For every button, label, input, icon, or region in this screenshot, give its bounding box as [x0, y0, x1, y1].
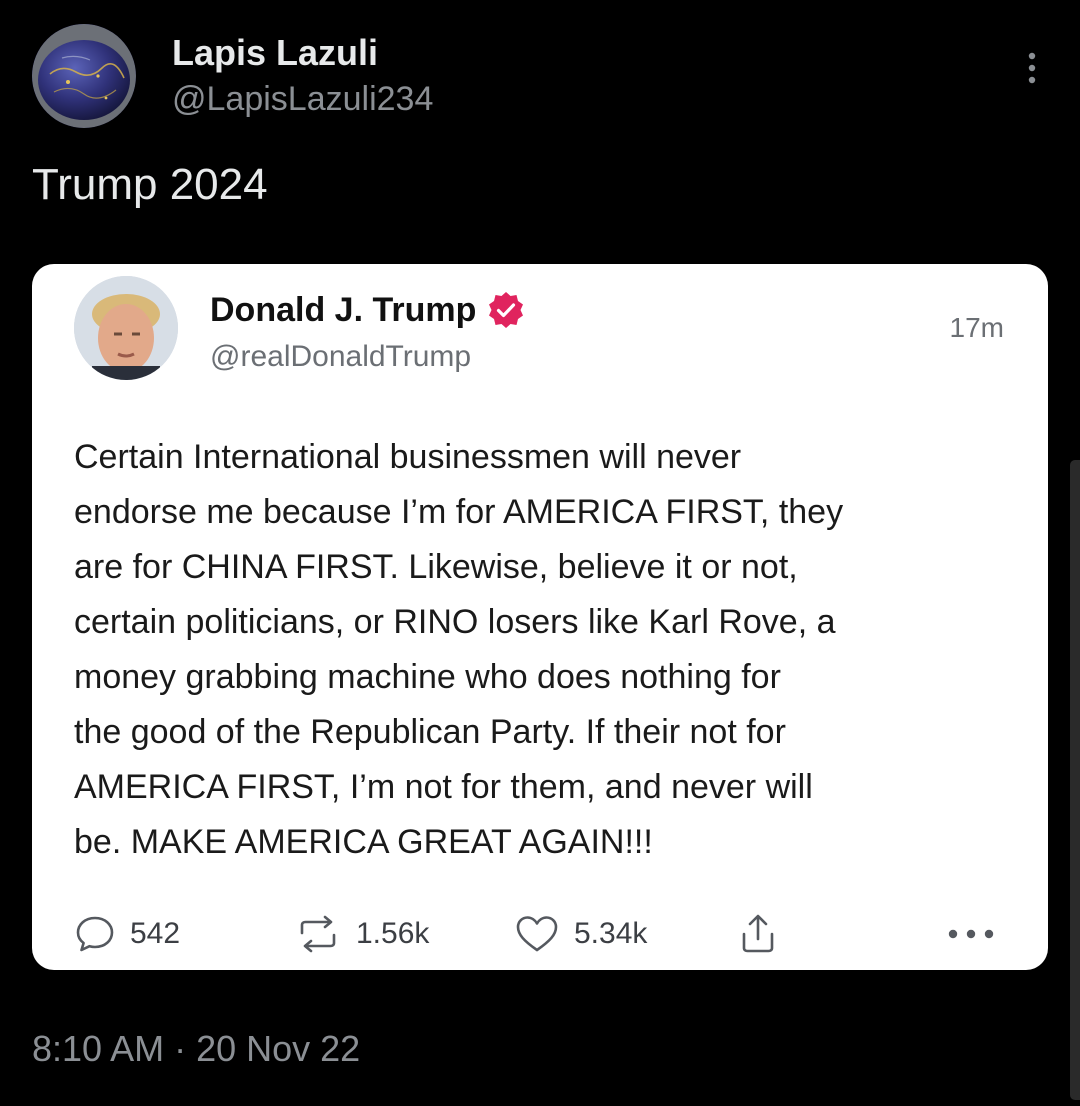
embedded-post-card: Donald J. Trump @realDonaldTrump 17m Cer… [32, 264, 1048, 970]
like-action: 5.34k [514, 904, 647, 964]
author-handle[interactable]: @LapisLazuli234 [172, 80, 433, 119]
author-avatar[interactable] [32, 24, 136, 128]
repost-count: 1.56k [356, 917, 430, 950]
embedded-author-avatar [74, 276, 178, 380]
embedded-post-body: Certain International businessmen will n… [74, 430, 1014, 870]
embedded-author-name-text: Donald J. Trump [210, 290, 477, 329]
tweet-timestamp[interactable]: 8:10 AM · 20 Nov 22 [32, 1028, 360, 1070]
body-line: be. MAKE AMERICA GREAT AGAIN!!! [74, 823, 653, 861]
share-action [738, 904, 778, 964]
embedded-action-bar: 542 1.56k 5.34k [74, 904, 1006, 964]
body-line: the good of the Republican Party. If the… [74, 713, 786, 751]
lapis-stone-avatar-icon [32, 24, 136, 128]
vertical-ellipsis-icon[interactable] [1022, 50, 1042, 90]
body-line: endorse me because I’m for AMERICA FIRST… [74, 493, 844, 531]
repost-arrows-icon [294, 913, 342, 955]
reply-action: 542 [74, 904, 180, 964]
author-name[interactable]: Lapis Lazuli [172, 32, 378, 74]
comment-bubble-icon [74, 913, 116, 955]
heart-icon [514, 913, 560, 955]
body-line: Certain International businessmen will n… [74, 438, 742, 476]
body-line: are for CHINA FIRST. Likewise, believe i… [74, 548, 798, 586]
portrait-avatar-icon [74, 276, 178, 380]
embedded-author-name: Donald J. Trump [210, 290, 526, 330]
body-line: AMERICA FIRST, I’m not for them, and nev… [74, 768, 813, 806]
tweet-text: Trump 2024 [32, 160, 268, 209]
body-line: money grabbing machine who does nothing … [74, 658, 781, 696]
body-line: certain politicians, or RINO losers like… [74, 603, 836, 641]
like-count: 5.34k [574, 917, 648, 950]
tweet-header: Lapis Lazuli @LapisLazuli234 [32, 24, 1048, 134]
reply-count: 542 [130, 917, 181, 950]
repost-action: 1.56k [294, 904, 429, 964]
horizontal-ellipsis-icon [944, 904, 998, 964]
scrollbar[interactable] [1070, 460, 1080, 1100]
embedded-author-handle: @realDonaldTrump [210, 340, 472, 373]
embedded-post-time: 17m [949, 312, 1004, 343]
share-upload-icon [738, 912, 778, 956]
verified-badge-icon [486, 290, 526, 330]
